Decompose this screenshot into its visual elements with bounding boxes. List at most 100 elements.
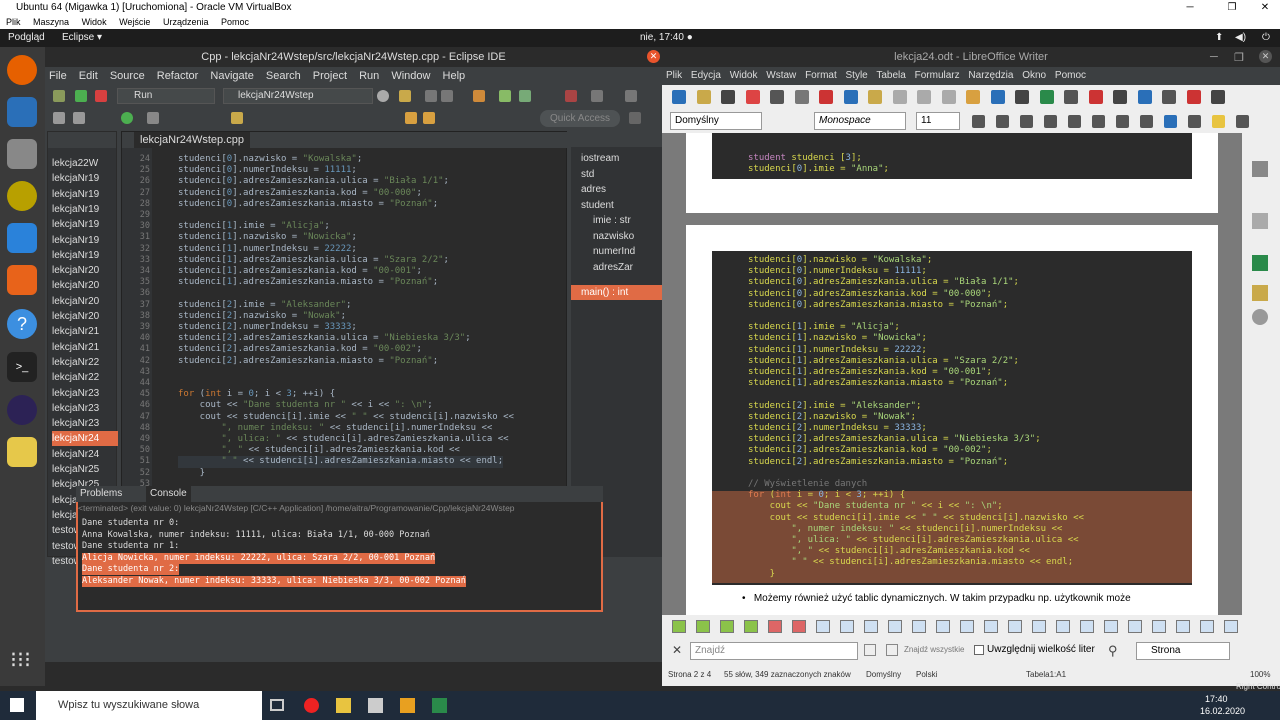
table-toolbar-icon[interactable] [936, 620, 950, 633]
code-line[interactable]: studenci[0].nazwisko = "Kowalska"; [178, 154, 362, 165]
project-item[interactable]: lekcjaNr23 [52, 416, 118, 431]
launch-target-select[interactable]: lekcjaNr24Wstep [223, 88, 373, 104]
table-toolbar-icon[interactable] [720, 620, 734, 633]
wmenu-style[interactable]: Style [846, 70, 868, 81]
menu-widok[interactable]: Widok [82, 17, 107, 27]
activities-button[interactable]: Podgląd [8, 29, 45, 47]
project-item[interactable]: lekcjaNr25 [52, 462, 118, 477]
project-item[interactable]: lekcjaNr20 [52, 278, 118, 293]
table-toolbar-icon[interactable] [672, 620, 686, 633]
table-toolbar-icon[interactable] [1056, 620, 1070, 633]
eclipse-icon[interactable] [7, 395, 37, 425]
terminal-icon[interactable]: >_ [7, 352, 37, 382]
format-toolbar-icon[interactable] [972, 115, 985, 128]
wmenu-pomoc[interactable]: Pomoc [1055, 70, 1086, 81]
run-config-select[interactable]: Run [117, 88, 215, 104]
code-line[interactable]: } [178, 468, 205, 479]
code-line[interactable]: studenci[1].adresZamieszkania.kod = "00-… [178, 266, 422, 277]
standard-toolbar-icon[interactable] [941, 90, 956, 104]
standard-toolbar-icon[interactable] [966, 90, 980, 104]
folder-icon[interactable] [399, 90, 411, 102]
menu-urzadzenia[interactable]: Urządzenia [163, 17, 209, 27]
table-toolbar-icon[interactable] [744, 620, 758, 633]
standard-toolbar-icon[interactable] [1088, 90, 1103, 104]
text-editor-icon[interactable] [7, 437, 37, 467]
writer-icon[interactable] [7, 223, 37, 253]
format-toolbar-icon[interactable] [996, 115, 1009, 128]
tab-console[interactable]: Console [146, 486, 191, 502]
code-line[interactable]: studenci[1].imie = "Alicja"; [178, 221, 330, 232]
gear-icon[interactable] [377, 90, 389, 102]
volume-icon[interactable]: ◀) [1235, 29, 1246, 47]
quick-access-input[interactable]: Quick Access [540, 110, 620, 127]
code-line[interactable]: studenci[0].numerIndeksu = 11111; [178, 165, 357, 176]
menu-run[interactable]: Run [359, 70, 379, 82]
menu-window[interactable]: Window [391, 70, 430, 82]
project-item[interactable]: lekcjaNr19 [52, 217, 118, 232]
windows-start-icon[interactable] [10, 698, 24, 712]
editor-tab[interactable]: lekcjaNr24Wstep.cpp [134, 132, 250, 148]
standard-toolbar-icon[interactable] [1015, 90, 1029, 104]
back-icon[interactable] [405, 112, 417, 124]
format-toolbar-icon[interactable] [1212, 115, 1225, 128]
find-next-icon[interactable] [886, 644, 898, 656]
status-page[interactable]: Strona 2 z 4 [668, 663, 711, 686]
outline-item[interactable]: iostream [581, 151, 667, 166]
menu-pomoc[interactable]: Pomoc [221, 17, 249, 27]
code-line[interactable]: studenci[1].adresZamieszkania.ulica = "S… [178, 255, 449, 266]
table-toolbar-icon[interactable] [888, 620, 902, 633]
power-icon[interactable]: ⏻ [1262, 29, 1270, 47]
new-icon[interactable] [53, 112, 65, 124]
toggle-icon[interactable] [147, 112, 159, 124]
run-icon[interactable] [75, 90, 87, 102]
toolbar-icon-b[interactable] [441, 90, 453, 102]
project-item[interactable]: lekcja22W [52, 156, 118, 171]
step-over-icon[interactable] [625, 90, 637, 102]
code-line[interactable]: ", ulica: " << studenci[i].adresZamieszk… [178, 434, 508, 445]
table-toolbar-icon[interactable] [696, 620, 710, 633]
manage-changes-icon[interactable] [1252, 309, 1268, 325]
standard-toolbar-icon[interactable] [770, 90, 784, 104]
annotation-icon[interactable] [231, 112, 243, 124]
standard-toolbar-icon[interactable] [794, 90, 809, 104]
find-all-button[interactable]: Znajdź wszystkie [904, 645, 964, 654]
table-toolbar-icon[interactable] [1152, 620, 1166, 633]
table-toolbar-icon[interactable] [984, 620, 998, 633]
save-icon[interactable] [73, 112, 85, 124]
close-button[interactable]: ✕ [1250, 0, 1280, 15]
wmenu-okno[interactable]: Okno [1022, 70, 1046, 81]
project-explorer-tab[interactable] [48, 132, 116, 148]
wmenu-narzedzia[interactable]: Narzędzia [968, 70, 1013, 81]
format-toolbar-icon[interactable] [1236, 115, 1249, 128]
project-item[interactable]: lekcjaNr24 [52, 447, 118, 462]
eclipse-close-icon[interactable]: ✕ [647, 50, 660, 63]
project-item[interactable]: lekcjaNr22 [52, 355, 118, 370]
format-toolbar-icon[interactable] [1116, 115, 1129, 128]
status-words[interactable]: 55 słów, 349 zaznaczonych znaków [724, 663, 851, 686]
app-grid-icon[interactable]: ⁝⁝⁝ [10, 647, 31, 673]
table-toolbar-icon[interactable] [840, 620, 854, 633]
menu-maszyna[interactable]: Maszyna [33, 17, 69, 27]
standard-toolbar-icon[interactable] [1064, 90, 1078, 104]
table-toolbar-icon[interactable] [1224, 620, 1238, 633]
wmenu-formularz[interactable]: Formularz [915, 70, 960, 81]
code-line[interactable]: studenci[2].imie = "Aleksander"; [178, 300, 351, 311]
table-toolbar-icon[interactable] [960, 620, 974, 633]
wmenu-format[interactable]: Format [805, 70, 837, 81]
code-line[interactable]: ", numer indeksu: " << studenci[i].numer… [178, 423, 492, 434]
outline-item[interactable]: student [581, 198, 667, 213]
table-toolbar-icon[interactable] [864, 620, 878, 633]
format-toolbar-icon[interactable] [1020, 115, 1033, 128]
format-toolbar-icon[interactable] [1044, 115, 1057, 128]
menu-wejscie[interactable]: Wejście [119, 17, 150, 27]
virtualbox-icon[interactable] [368, 698, 383, 713]
find-scope-select[interactable]: Strona [1136, 642, 1230, 660]
project-item[interactable]: lekcjaNr24 [52, 431, 118, 447]
menu-navigate[interactable]: Navigate [210, 70, 253, 82]
help-icon[interactable]: ? [7, 309, 37, 339]
wmenu-wstaw[interactable]: Wstaw [766, 70, 796, 81]
paragraph-style-select[interactable]: Domyślny [670, 112, 762, 130]
menu-file[interactable]: File [49, 70, 67, 82]
software-icon[interactable] [7, 265, 37, 295]
menu-help[interactable]: Help [443, 70, 466, 82]
